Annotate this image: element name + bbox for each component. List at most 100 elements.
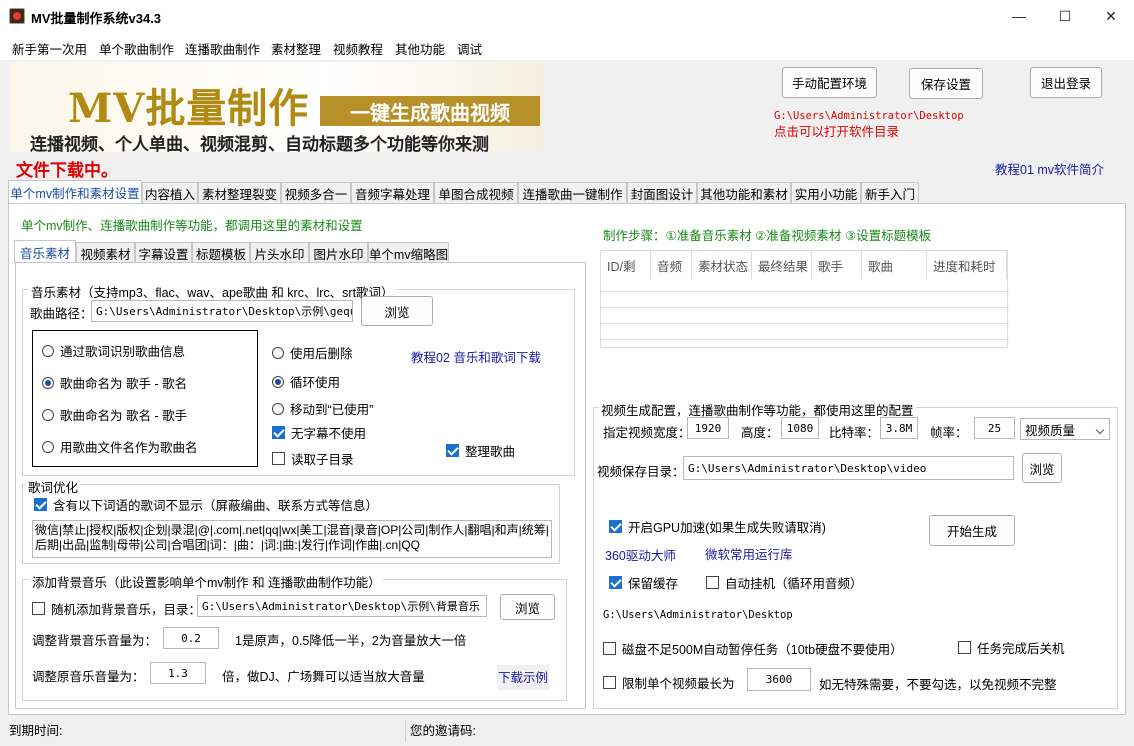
minimize-button[interactable]: —	[996, 0, 1042, 32]
check-keep-cache-box[interactable]	[609, 576, 622, 589]
col-material-status[interactable]: 素材状态	[692, 251, 752, 279]
close-button[interactable]: ✕	[1088, 0, 1134, 32]
maximize-button[interactable]: ☐	[1042, 0, 1088, 32]
orig-volume-input[interactable]: 1.3	[150, 662, 206, 684]
radio-lyrics-identify[interactable]: 通过歌词识别歌曲信息	[42, 341, 185, 360]
check-read-subdir-box[interactable]	[272, 452, 285, 465]
save-dir-input[interactable]: G:\Users\Administrator\Desktop\video	[683, 456, 1014, 480]
check-hide-words[interactable]: 含有以下词语的歌词不显示（屏蔽编曲、联系方式等信息）	[34, 495, 378, 514]
menu-debug[interactable]: 调试	[457, 39, 482, 58]
subtab-subtitle[interactable]: 字幕设置	[135, 242, 192, 263]
radio-title-artist[interactable]: 歌曲命名为 歌名 - 歌手	[42, 405, 187, 424]
radio-filename-indicator[interactable]	[42, 440, 54, 453]
tab-material-fission[interactable]: 素材整理裂变	[198, 182, 281, 203]
quality-select[interactable]: 视频质量	[1020, 418, 1110, 440]
logout-button[interactable]: 退出登录	[1030, 67, 1102, 98]
blocked-words-input[interactable]: 微信|禁止|授权|版权|企划|录混|@|.com|.net|qq|wx|美工|混…	[32, 520, 552, 558]
tab-video-merge[interactable]: 视频多合一	[281, 182, 351, 203]
start-generate-button[interactable]: 开始生成	[929, 515, 1015, 546]
subtab-image-watermark[interactable]: 图片水印	[309, 242, 368, 263]
radio-lyrics-identify-indicator[interactable]	[42, 344, 54, 357]
bgm-path-input[interactable]: G:\Users\Administrator\Desktop\示例\背景音乐	[197, 595, 487, 617]
video-width-input[interactable]: 1920	[687, 417, 729, 439]
check-keep-cache[interactable]: 保留缓存	[609, 573, 678, 592]
radio-delete-after-indicator[interactable]	[272, 346, 284, 359]
save-dir-browse-button[interactable]: 浏览	[1022, 453, 1062, 483]
radio-title-artist-indicator[interactable]	[42, 408, 54, 421]
subtab-intro-watermark[interactable]: 片头水印	[250, 242, 309, 263]
col-final-result[interactable]: 最终结果	[752, 251, 812, 279]
check-hide-words-box[interactable]	[34, 498, 47, 511]
runtime-link[interactable]: 微软常用运行库	[705, 544, 793, 563]
menu-other[interactable]: 其他功能	[395, 39, 445, 58]
tab-audio-subtitle[interactable]: 音频字幕处理	[351, 182, 434, 203]
video-height-input[interactable]: 1080	[781, 417, 819, 439]
check-disk-pause-box[interactable]	[603, 642, 616, 655]
check-auto-hang-box[interactable]	[706, 576, 719, 589]
song-path-browse-button[interactable]: 浏览	[361, 296, 433, 326]
check-gpu-box[interactable]	[609, 520, 622, 533]
menu-newbie[interactable]: 新手第一次用	[12, 39, 87, 58]
radio-loop-use[interactable]: 循环使用	[272, 372, 340, 391]
subtab-title-template[interactable]: 标题模板	[192, 242, 250, 263]
menu-tutorials[interactable]: 视频教程	[333, 39, 383, 58]
bg-volume-input[interactable]: 0.2	[163, 627, 219, 649]
radio-move-used-indicator[interactable]	[272, 402, 284, 415]
tab-other-features[interactable]: 其他功能和素材	[697, 182, 791, 203]
check-organize-songs[interactable]: 整理歌曲	[446, 441, 515, 460]
app-path-hint[interactable]: 点击可以打开软件目录	[774, 121, 899, 140]
check-shutdown-box[interactable]	[958, 641, 971, 654]
radio-artist-title[interactable]: 歌曲命名为 歌手 - 歌名	[42, 373, 187, 392]
fps-input[interactable]: 25	[974, 417, 1015, 439]
subtab-music[interactable]: 音乐素材	[14, 240, 76, 263]
bitrate-input[interactable]: 3.8M	[880, 417, 918, 439]
tab-playlist-oneclick[interactable]: 连播歌曲一键制作	[518, 182, 627, 203]
radio-move-used[interactable]: 移动到“已使用”	[272, 399, 373, 418]
check-read-subdir[interactable]: 读取子目录	[272, 449, 354, 468]
menu-single-song[interactable]: 单个歌曲制作	[99, 39, 174, 58]
tab-cover-design[interactable]: 封面图设计	[627, 182, 697, 203]
check-limit-length[interactable]: 限制单个视频最长为	[603, 673, 735, 692]
radio-filename[interactable]: 用歌曲文件名作为歌曲名	[42, 437, 198, 456]
menu-playlist[interactable]: 连播歌曲制作	[185, 39, 260, 58]
check-random-bgm-box[interactable]	[32, 602, 45, 615]
radio-delete-after[interactable]: 使用后删除	[272, 343, 353, 362]
subtab-thumbnail[interactable]: 单个mv缩略图	[368, 242, 449, 263]
tab-single-mv[interactable]: 单个mv制作和素材设置	[8, 180, 142, 203]
check-limit-length-box[interactable]	[603, 676, 616, 689]
save-settings-button[interactable]: 保存设置	[909, 68, 983, 99]
radio-artist-title-indicator[interactable]	[42, 376, 54, 389]
check-gpu[interactable]: 开启GPU加速(如果生成失败请取消)	[609, 517, 826, 536]
radio-loop-use-indicator[interactable]	[272, 375, 284, 388]
bg-volume-label: 调整背景音乐音量为：	[32, 634, 158, 648]
menu-materials[interactable]: 素材整理	[271, 39, 321, 58]
check-random-bgm[interactable]: 随机添加背景音乐，目录：	[32, 599, 201, 618]
col-id[interactable]: ID/剩	[601, 251, 651, 279]
tutorial02-link[interactable]: 教程02 音乐和歌词下载	[411, 347, 541, 366]
song-path-input[interactable]: G:\Users\Administrator\Desktop\示例\gequ	[91, 300, 353, 322]
check-no-subtitle[interactable]: 无字幕不使用	[272, 423, 366, 442]
video-width-label: 指定视频宽度：	[603, 426, 691, 440]
check-disk-pause[interactable]: 磁盘不足500M自动暂停任务（10tb硬盘不要使用）	[603, 639, 903, 658]
check-auto-hang[interactable]: 自动挂机（循环用音频）	[706, 573, 863, 592]
tab-utilities[interactable]: 实用小功能	[791, 182, 861, 203]
config-env-button[interactable]: 手动配置环境	[782, 67, 877, 98]
tutorial01-link[interactable]: 教程01 mv软件简介	[995, 159, 1104, 178]
tab-single-image[interactable]: 单图合成视频	[434, 182, 518, 203]
col-singer[interactable]: 歌手	[812, 251, 862, 279]
tab-newbie[interactable]: 新手入门	[861, 182, 919, 203]
driver-master-link[interactable]: 360驱动大师	[605, 545, 676, 564]
col-progress[interactable]: 进度和耗时	[927, 251, 1007, 279]
check-shutdown[interactable]: 任务完成后关机	[958, 638, 1065, 657]
download-example-link[interactable]: 下载示例	[497, 665, 550, 690]
bgm-browse-button[interactable]: 浏览	[500, 594, 555, 620]
check-organize-songs-box[interactable]	[446, 444, 459, 457]
subtab-video[interactable]: 视频素材	[76, 242, 135, 263]
check-no-subtitle-box[interactable]	[272, 426, 285, 439]
tab-content-embed[interactable]: 内容植入	[142, 182, 198, 203]
col-audio[interactable]: 音频	[651, 251, 692, 279]
section-intro: 单个mv制作、连播歌曲制作等功能，都调用这里的素材和设置	[21, 219, 363, 233]
task-grid[interactable]: ID/剩 音频 素材状态 最终结果 歌手 歌曲 进度和耗时	[600, 250, 1009, 348]
col-song[interactable]: 歌曲	[862, 251, 927, 279]
limit-length-input[interactable]: 3600	[747, 668, 811, 691]
